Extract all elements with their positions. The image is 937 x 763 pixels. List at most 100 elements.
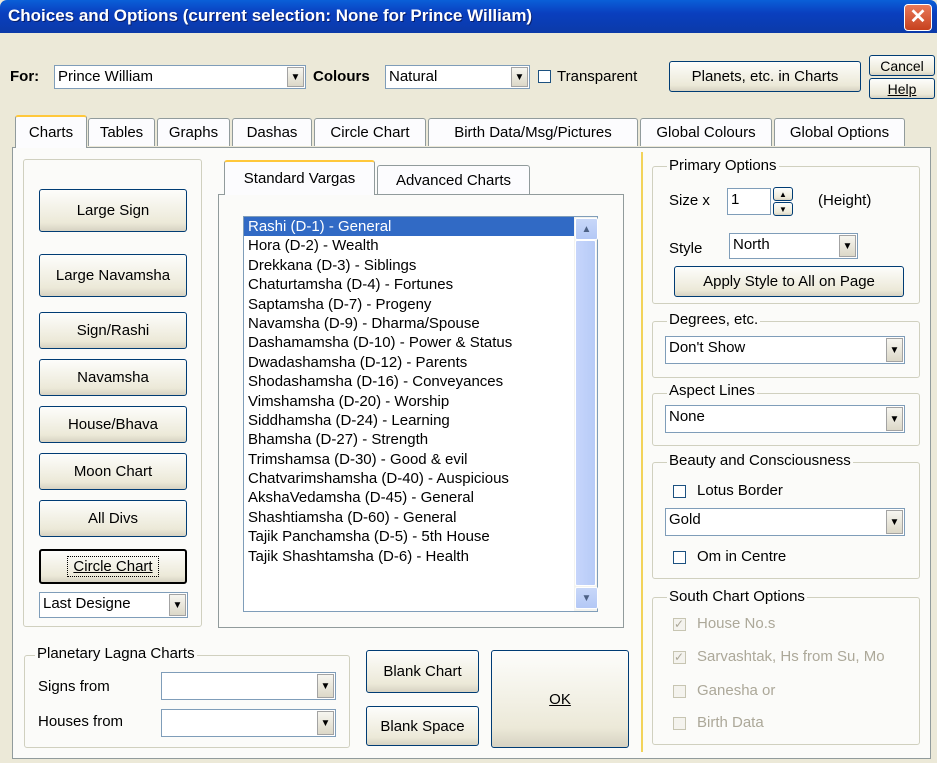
list-item[interactable]: Vimshamsha (D-20) - Worship — [244, 392, 597, 411]
ok-button[interactable]: OK — [491, 650, 629, 748]
transparent-checkbox[interactable] — [538, 70, 551, 83]
chevron-down-icon[interactable]: ▼ — [511, 67, 528, 87]
list-item[interactable]: Chatvarimshamsha (D-40) - Auspicious — [244, 469, 597, 488]
list-item[interactable]: Siddhamsha (D-24) - Learning — [244, 411, 597, 430]
south-chart-title: South Chart Options — [667, 588, 807, 605]
degrees-title: Degrees, etc. — [667, 311, 761, 328]
navamsha-button[interactable]: Navamsha — [39, 359, 187, 396]
subtab-advanced-charts[interactable]: Advanced Charts — [377, 165, 530, 195]
tab-birth-data[interactable]: Birth Data/Msg/Pictures — [428, 118, 638, 146]
birth-data-checkbox[interactable] — [673, 717, 686, 730]
cancel-button[interactable]: Cancel — [869, 55, 935, 76]
blank-chart-button[interactable]: Blank Chart — [366, 650, 479, 693]
help-button[interactable]: Help — [869, 78, 935, 99]
aspect-lines-select[interactable]: None ▼ — [665, 405, 905, 433]
size-value: 1 — [731, 191, 740, 208]
close-button[interactable]: ✕ — [904, 4, 932, 31]
scroll-up-icon[interactable]: ▲ — [575, 218, 598, 240]
chevron-down-icon[interactable]: ▼ — [317, 674, 334, 698]
list-item[interactable]: Rashi (D-1) - General — [244, 217, 597, 237]
chevron-down-icon[interactable]: ▼ — [839, 235, 856, 257]
list-item[interactable]: Tajik Shashtamsha (D-6) - Health — [244, 547, 597, 566]
list-item[interactable]: Trimshamsa (D-30) - Good & evil — [244, 450, 597, 469]
chevron-down-icon[interactable]: ▼ — [287, 67, 304, 87]
tab-graphs[interactable]: Graphs — [157, 118, 230, 146]
chevron-down-icon[interactable]: ▼ — [169, 594, 186, 616]
scroll-down-icon[interactable]: ▼ — [575, 587, 598, 609]
large-navamsha-button[interactable]: Large Navamsha — [39, 254, 187, 297]
chevron-down-icon[interactable]: ▼ — [886, 338, 903, 362]
ganesha-checkbox[interactable] — [673, 685, 686, 698]
chevron-down-icon[interactable]: ▼ — [886, 510, 903, 534]
south-chart-group — [652, 597, 920, 745]
lotus-border-label: Lotus Border — [697, 482, 783, 499]
tab-global-colours[interactable]: Global Colours — [640, 118, 772, 146]
aspect-lines-title: Aspect Lines — [667, 382, 757, 399]
list-item[interactable]: Saptamsha (D-7) - Progeny — [244, 295, 597, 314]
list-item[interactable]: Navamsha (D-9) - Dharma/Spouse — [244, 314, 597, 333]
tab-circle-chart[interactable]: Circle Chart — [314, 118, 426, 146]
list-item[interactable]: Dashamamsha (D-10) - Power & Status — [244, 333, 597, 352]
tab-tables[interactable]: Tables — [88, 118, 155, 146]
style-select[interactable]: North ▼ — [729, 233, 858, 259]
list-item[interactable]: AkshaVedamsha (D-45) - General — [244, 488, 597, 507]
sarvashtak-checkbox[interactable]: ✓ — [673, 651, 686, 664]
birth-data-label: Birth Data — [697, 714, 764, 731]
colours-label: Colours — [313, 68, 370, 85]
person-select-value: Prince William — [58, 68, 154, 85]
signs-from-label: Signs from — [38, 678, 110, 695]
sign-rashi-button[interactable]: Sign/Rashi — [39, 312, 187, 349]
subtab-standard-vargas[interactable]: Standard Vargas — [224, 160, 375, 195]
planets-in-charts-button[interactable]: Planets, etc. in Charts — [669, 61, 861, 92]
large-sign-button[interactable]: Large Sign — [39, 189, 187, 232]
beauty-title: Beauty and Consciousness — [667, 452, 853, 469]
size-input[interactable]: 1 — [727, 188, 771, 215]
list-item[interactable]: Tajik Panchamsha (D-5) - 5th House — [244, 527, 597, 546]
primary-options-title: Primary Options — [667, 157, 779, 174]
blank-space-button[interactable]: Blank Space — [366, 706, 479, 746]
tab-dashas[interactable]: Dashas — [232, 118, 312, 146]
height-label: (Height) — [818, 192, 872, 209]
style-value: North — [733, 236, 770, 253]
list-item[interactable]: Shashtiamsha (D-60) - General — [244, 508, 597, 527]
colours-select-value: Natural — [389, 68, 438, 85]
om-centre-checkbox[interactable] — [673, 551, 686, 564]
lotus-border-checkbox[interactable] — [673, 485, 686, 498]
moon-chart-button[interactable]: Moon Chart — [39, 453, 187, 490]
circle-chart-button[interactable]: Circle Chart — [39, 549, 187, 584]
for-label: For: — [10, 68, 40, 85]
list-item[interactable]: Drekkana (D-3) - Siblings — [244, 256, 597, 275]
window-title: Choices and Options (current selection: … — [8, 6, 533, 25]
list-item[interactable]: Shodashamsha (D-16) - Conveyances — [244, 372, 597, 391]
all-divs-button[interactable]: All Divs — [39, 500, 187, 537]
signs-from-select[interactable]: ▼ — [161, 672, 336, 700]
tab-global-options[interactable]: Global Options — [774, 118, 905, 146]
size-down-icon[interactable]: ▼ — [773, 202, 793, 216]
apply-style-button[interactable]: Apply Style to All on Page — [674, 266, 904, 297]
chevron-down-icon[interactable]: ▼ — [886, 407, 903, 431]
houses-from-select[interactable]: ▼ — [161, 709, 336, 737]
colours-select[interactable]: Natural ▼ — [385, 65, 530, 89]
vargas-list[interactable]: Rashi (D-1) - General Hora (D-2) - Wealt… — [243, 216, 598, 612]
circle-chart-button-label: Circle Chart — [67, 556, 159, 577]
chevron-down-icon[interactable]: ▼ — [317, 711, 334, 735]
size-up-icon[interactable]: ▲ — [773, 187, 793, 201]
size-label: Size x — [669, 192, 710, 209]
title-bar: Choices and Options (current selection: … — [0, 0, 937, 33]
person-select[interactable]: Prince William ▼ — [54, 65, 306, 89]
tab-charts[interactable]: Charts — [15, 115, 87, 148]
sarvashtak-label: Sarvashtak, Hs from Su, Mo — [697, 648, 885, 665]
list-item[interactable]: Bhamsha (D-27) - Strength — [244, 430, 597, 449]
degrees-select[interactable]: Don't Show ▼ — [665, 336, 905, 364]
border-colour-select[interactable]: Gold ▼ — [665, 508, 905, 536]
vargas-scrollbar[interactable]: ▲ ▼ — [574, 217, 598, 611]
ganesha-label: Ganesha or — [697, 682, 776, 699]
aspect-lines-value: None — [669, 408, 705, 425]
last-designed-select[interactable]: Last Designe ▼ — [39, 592, 188, 618]
list-item[interactable]: Chaturtamsha (D-4) - Fortunes — [244, 275, 597, 294]
house-bhava-button[interactable]: House/Bhava — [39, 406, 187, 443]
list-item[interactable]: Dwadashamsha (D-12) - Parents — [244, 353, 597, 372]
list-item[interactable]: Hora (D-2) - Wealth — [244, 236, 597, 255]
house-nos-checkbox[interactable]: ✓ — [673, 618, 686, 631]
scrollbar-thumb[interactable] — [575, 240, 596, 586]
